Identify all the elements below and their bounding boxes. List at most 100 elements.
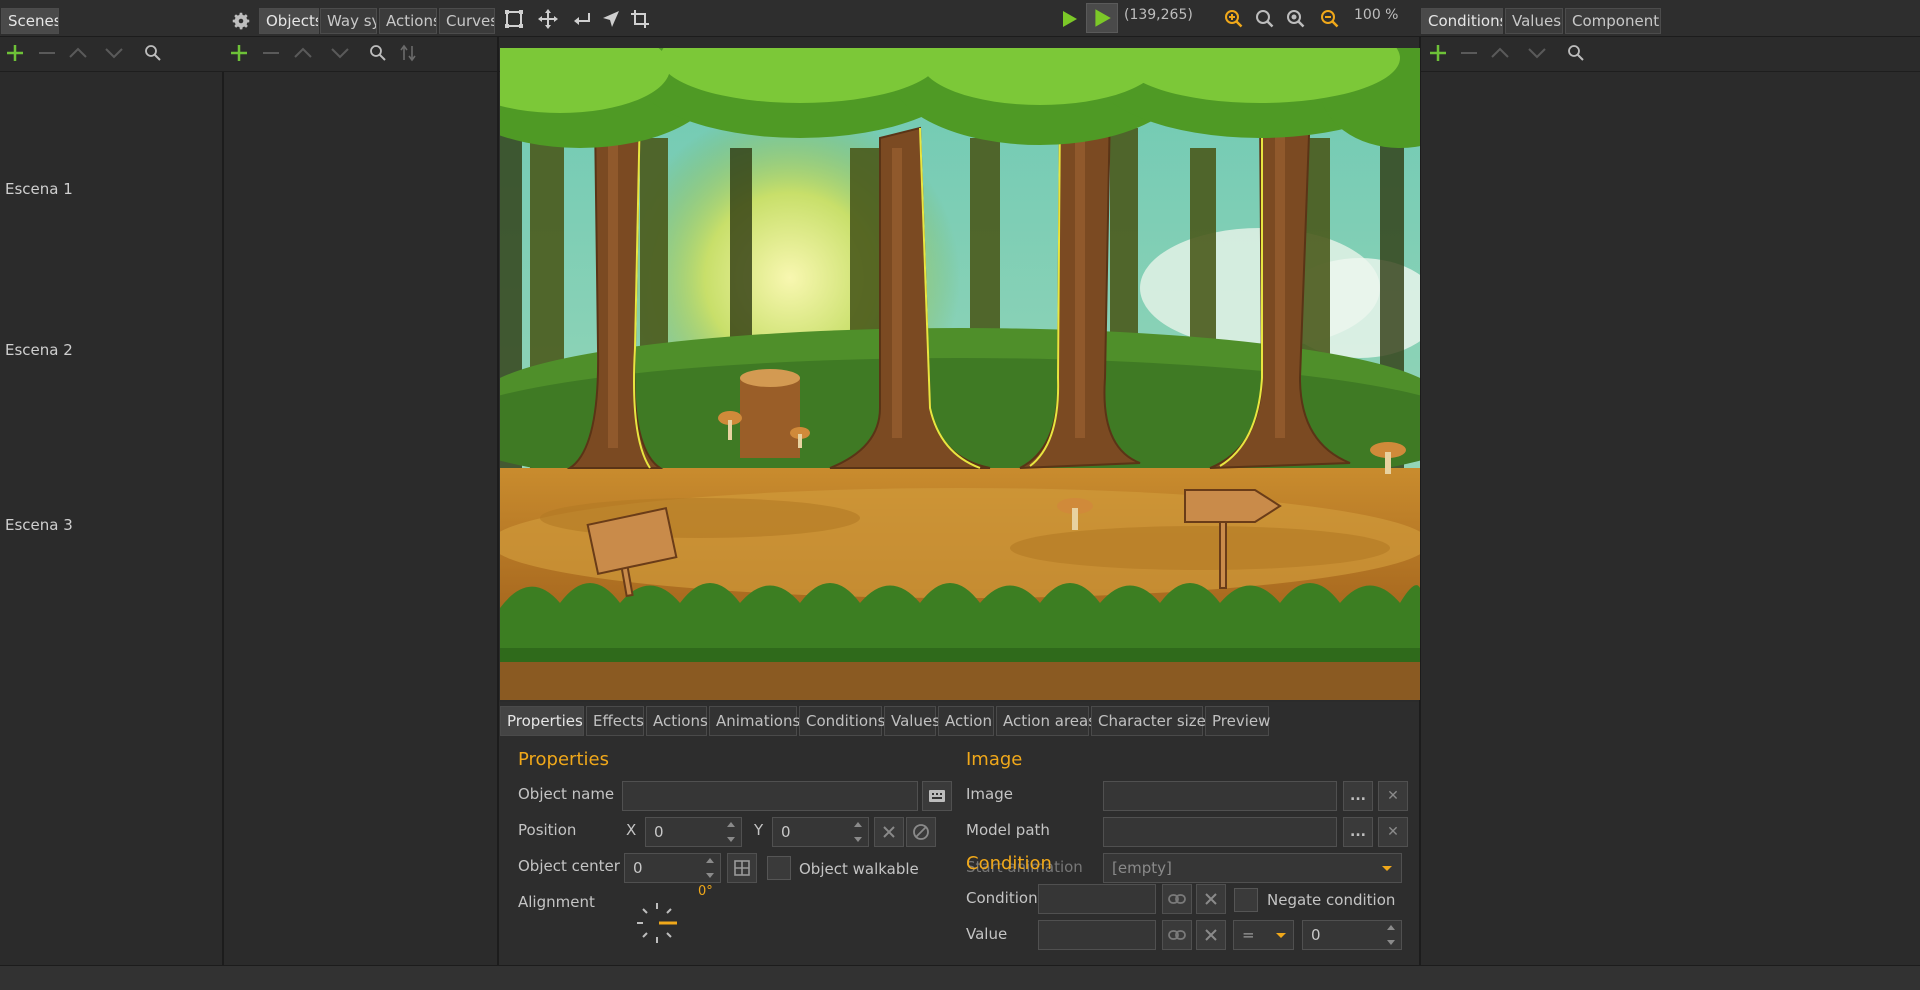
- keyboard-icon[interactable]: [922, 781, 952, 811]
- condition-search-icon[interactable]: [1564, 41, 1588, 65]
- spin-arrows[interactable]: [1387, 925, 1397, 945]
- condition-field[interactable]: [1038, 884, 1156, 914]
- model-path-label: Model path: [966, 821, 1050, 839]
- image-clear-button[interactable]: ✕: [1378, 781, 1408, 811]
- spin-arrows[interactable]: [706, 858, 716, 878]
- move-up-icon[interactable]: [66, 41, 90, 65]
- play-icon[interactable]: [1056, 5, 1082, 32]
- start-animation-select[interactable]: [empty]: [1103, 853, 1402, 883]
- number-field[interactable]: 0: [1302, 920, 1402, 950]
- clear-position-icon[interactable]: [874, 817, 904, 847]
- tab-character-size[interactable]: Character size: [1091, 706, 1206, 736]
- tab-conditions-bottom[interactable]: Conditions: [799, 706, 885, 736]
- condition-title: Condition: [966, 853, 1052, 874]
- condition-down-icon[interactable]: [1525, 41, 1549, 65]
- navigate-arrow-icon[interactable]: [598, 6, 624, 32]
- object-center-label: Object center: [518, 857, 620, 875]
- tab-values-bottom[interactable]: Values: [884, 706, 940, 736]
- model-browse-button[interactable]: ...: [1343, 817, 1373, 847]
- image-title: Image: [966, 749, 1023, 770]
- object-center-field[interactable]: 0: [624, 853, 721, 883]
- zoom-level: 100 %: [1354, 7, 1399, 23]
- object-name-label: Object name: [518, 785, 615, 803]
- tab-way-system[interactable]: Way sys: [320, 8, 377, 34]
- condition-link-icon[interactable]: [1162, 884, 1192, 914]
- image-browse-button[interactable]: ...: [1343, 781, 1373, 811]
- object-center-value: 0: [633, 859, 643, 877]
- clear-label: ✕: [1387, 824, 1399, 840]
- clear-label: ✕: [1387, 788, 1399, 804]
- status-bar: [0, 965, 1920, 990]
- operator-select[interactable]: =: [1233, 920, 1294, 950]
- scene-item[interactable]: Escena 3: [5, 516, 73, 534]
- center-grid-icon[interactable]: [727, 853, 757, 883]
- image-field[interactable]: [1103, 781, 1337, 811]
- move-down-icon[interactable]: [102, 41, 126, 65]
- position-x-value: 0: [654, 823, 664, 841]
- zoom-in-icon[interactable]: [1222, 7, 1246, 31]
- value-link-icon[interactable]: [1162, 920, 1192, 950]
- tab-action-areas[interactable]: Action areas: [996, 706, 1096, 736]
- zoom-icon[interactable]: [1253, 7, 1277, 31]
- tab-components[interactable]: Components: [1565, 8, 1661, 34]
- spin-arrows[interactable]: [854, 822, 864, 842]
- gear-icon[interactable]: [228, 8, 254, 34]
- tab-actions-bottom[interactable]: Actions: [646, 706, 708, 736]
- remove-scene-icon[interactable]: [35, 41, 59, 65]
- play-all-icon[interactable]: [1086, 3, 1118, 33]
- condition-label: Condition: [966, 889, 1038, 907]
- select-rect-icon[interactable]: [501, 6, 527, 32]
- sort-icon[interactable]: [396, 41, 420, 65]
- zoom-reset-icon[interactable]: [1284, 7, 1308, 31]
- tab-curves[interactable]: Curves: [439, 8, 495, 34]
- pick-position-icon[interactable]: [906, 817, 936, 847]
- add-object-icon[interactable]: [227, 41, 251, 65]
- negate-condition-checkbox[interactable]: [1234, 888, 1258, 912]
- tab-preview[interactable]: Preview: [1205, 706, 1270, 736]
- image-label: Image: [966, 785, 1013, 803]
- spin-arrows[interactable]: [727, 822, 737, 842]
- tab-values[interactable]: Values: [1505, 8, 1563, 34]
- tab-properties[interactable]: Properties: [500, 706, 584, 736]
- position-x-field[interactable]: 0: [645, 817, 742, 847]
- tab-effects[interactable]: Effects: [586, 706, 644, 736]
- tab-conditions[interactable]: Conditions: [1421, 8, 1503, 34]
- scene-item[interactable]: Escena 1: [5, 180, 73, 198]
- scene-item[interactable]: Escena 2: [5, 341, 73, 359]
- value-label: Value: [966, 925, 1008, 943]
- position-y-value: 0: [781, 823, 791, 841]
- object-walkable-checkbox[interactable]: [767, 856, 791, 880]
- tab-objects[interactable]: Objects: [259, 8, 319, 34]
- dropdown-arrow-icon: [1276, 933, 1286, 938]
- position-y-field[interactable]: 0: [772, 817, 869, 847]
- alignment-label: Alignment: [518, 893, 595, 911]
- add-condition-icon[interactable]: [1426, 41, 1450, 65]
- condition-clear-icon[interactable]: [1196, 884, 1226, 914]
- condition-up-icon[interactable]: [1488, 41, 1512, 65]
- cursor-coordinates: (139,265): [1124, 7, 1193, 23]
- add-scene-icon[interactable]: [3, 41, 27, 65]
- zoom-out-icon[interactable]: [1318, 7, 1342, 31]
- object-down-icon[interactable]: [328, 41, 352, 65]
- model-clear-button[interactable]: ✕: [1378, 817, 1408, 847]
- remove-condition-icon[interactable]: [1457, 41, 1481, 65]
- object-search-icon[interactable]: [366, 41, 390, 65]
- y-label: Y: [754, 821, 764, 839]
- return-icon[interactable]: [569, 6, 595, 32]
- tab-actions[interactable]: Actions: [379, 8, 437, 34]
- browse-label: ...: [1350, 824, 1366, 840]
- move-icon[interactable]: [535, 6, 561, 32]
- value-clear-icon[interactable]: [1196, 920, 1226, 950]
- alignment-dial-icon[interactable]: [632, 898, 682, 948]
- object-up-icon[interactable]: [291, 41, 315, 65]
- remove-object-icon[interactable]: [259, 41, 283, 65]
- tab-scenes[interactable]: Scenes: [1, 8, 59, 34]
- search-icon[interactable]: [141, 41, 165, 65]
- object-name-field[interactable]: [622, 781, 918, 811]
- value-field[interactable]: [1038, 920, 1156, 950]
- tab-animations[interactable]: Animations: [709, 706, 800, 736]
- crop-icon[interactable]: [627, 6, 653, 32]
- scene-canvas[interactable]: [500, 48, 1420, 700]
- model-path-field[interactable]: [1103, 817, 1337, 847]
- tab-action[interactable]: Action: [938, 706, 994, 736]
